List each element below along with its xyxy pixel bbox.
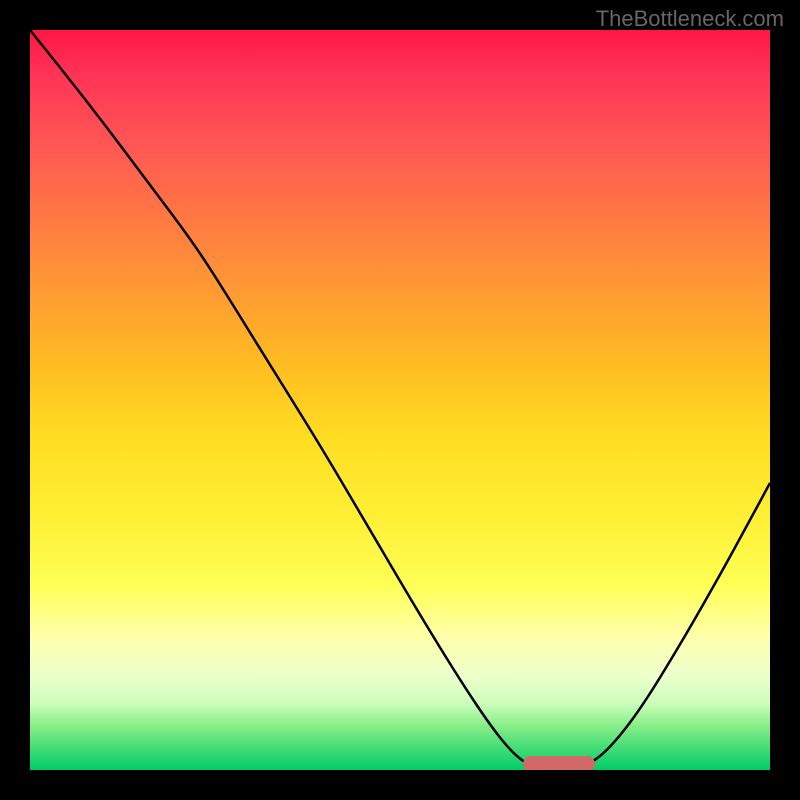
bottleneck-curve bbox=[30, 30, 770, 768]
optimal-marker bbox=[523, 756, 595, 770]
chart-area bbox=[30, 30, 770, 770]
watermark-text: TheBottleneck.com bbox=[596, 6, 784, 32]
curve-overlay bbox=[30, 30, 770, 770]
